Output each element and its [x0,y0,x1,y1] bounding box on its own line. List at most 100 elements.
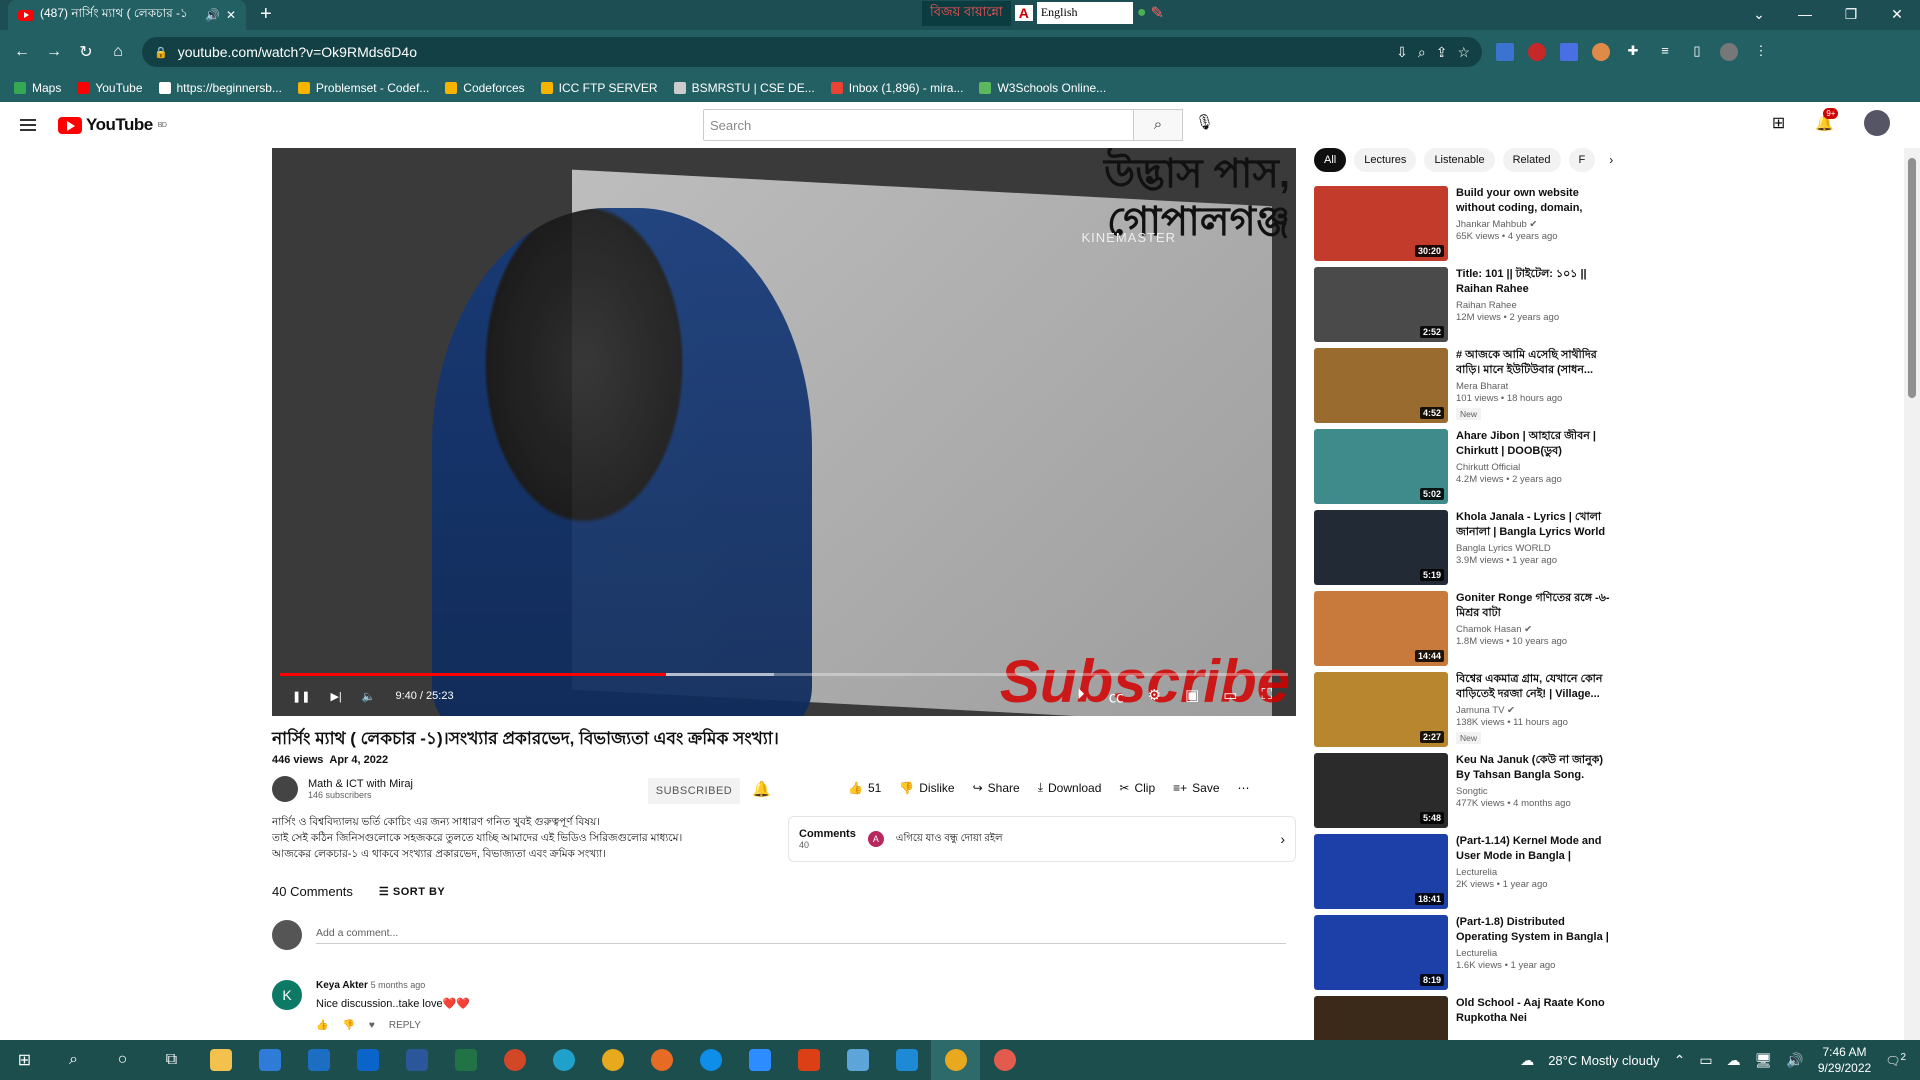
add-comment-input[interactable]: Add a comment... [316,927,1286,944]
recommendation-item[interactable]: 5:48 Keu Na Januk (কেউ না জানুক) By Tahsa… [1314,753,1614,834]
clip-button[interactable]: ✂ Clip [1119,781,1155,795]
captions-icon[interactable]: ㏄ [1109,686,1124,707]
scrollbar-thumb[interactable] [1908,158,1916,398]
file-explorer-icon[interactable] [196,1040,245,1080]
install-icon[interactable]: ⇩ [1396,44,1408,61]
recommendation-item[interactable]: 30:20 Build your own website without codi… [1314,186,1614,267]
comment-dislike-icon[interactable]: 👎 [342,1020,354,1031]
browser-tab[interactable]: (487) নার্সিং ম্যাথ ( লেকচার -১ 🔊 ✕ [8,0,246,30]
chip-lectures[interactable]: Lectures [1354,148,1417,172]
extension-adblock-icon[interactable] [1528,43,1546,61]
chrome-profile-icon[interactable] [980,1040,1029,1080]
recommendation-thumbnail[interactable]: 5:19 [1314,510,1448,585]
menu-hamburger-icon[interactable] [20,119,36,131]
chip-related[interactable]: Related [1502,148,1561,172]
search-button[interactable]: ⌕ [1133,109,1183,141]
office-icon[interactable] [784,1040,833,1080]
recommendation-thumbnail[interactable]: 2:52 [1314,267,1448,342]
subscribed-button[interactable]: SUBSCRIBED [648,778,740,804]
lock-icon[interactable]: 🔒 [154,46,168,59]
edge-icon[interactable] [539,1040,588,1080]
autoplay-toggle-icon[interactable]: ⏵ [1077,686,1085,707]
new-tab-button[interactable]: + [260,3,272,26]
excel-icon[interactable] [441,1040,490,1080]
miniplayer-icon[interactable]: ▣ [1185,686,1199,707]
mail-icon[interactable] [294,1040,343,1080]
recommendation-channel[interactable]: Jhankar Mahbub ✔ [1456,219,1614,230]
forward-button[interactable]: → [38,43,70,61]
recommendation-thumbnail[interactable]: 5:02 [1314,429,1448,504]
recommendation-channel[interactable]: Lecturelia [1456,948,1614,959]
bookmark-star-icon[interactable]: ☆ [1457,44,1470,61]
reload-button[interactable]: ↻ [70,42,102,62]
save-button[interactable]: ≡+ Save [1173,781,1219,795]
youtube-logo[interactable]: YouTube BD [58,115,167,135]
extension-translate-icon[interactable] [1496,43,1514,61]
reading-list-icon[interactable]: ≡ [1656,43,1674,61]
video-description[interactable]: নার্সিং ও বিশ্ববিদ্যালয় ভর্তি কোচিং এর … [272,814,752,862]
bookmark-item[interactable]: Codeforces [445,81,525,95]
recommendation-channel[interactable]: Bangla Lyrics WORLD [1456,543,1614,554]
settings-gear-icon[interactable]: ⚙ [1148,686,1161,707]
extension-face-icon[interactable] [1592,43,1610,61]
next-icon[interactable]: ▶| [330,690,341,703]
pause-icon[interactable]: ❚❚ [292,690,310,703]
recommendation-thumbnail[interactable]: 5:48 [1314,753,1448,828]
recommendation-item[interactable]: 18:41 (Part-1.14) Kernel Mode and User Mo… [1314,834,1614,915]
profile-avatar[interactable] [1720,43,1738,61]
chrome-active-icon[interactable] [931,1040,980,1080]
tab-search-icon[interactable]: ⌄ [1736,0,1782,30]
chip-listenable[interactable]: Listenable [1424,148,1495,172]
minimize-button[interactable]: — [1782,0,1828,30]
recommendation-channel[interactable]: Chirkutt Official [1456,462,1614,473]
recommendation-thumbnail[interactable]: 18:41 [1314,834,1448,909]
page-scrollbar[interactable] [1904,148,1920,1040]
channel-name[interactable]: Math & ICT with Miraj [308,778,413,790]
task-view-icon[interactable]: ⧉ [147,1040,196,1080]
bookmark-item[interactable]: Problemset - Codef... [297,81,429,95]
start-button[interactable]: ⊞ [0,1040,49,1080]
back-button[interactable]: ← [6,43,38,61]
download-button[interactable]: ⤓ Download [1038,780,1102,795]
recommendation-item[interactable]: 5:19 Khola Janala - Lyrics | খোলা জানালা … [1314,510,1614,591]
recommendation-thumbnail[interactable]: 30:20 [1314,186,1448,261]
bookmark-item[interactable]: Maps [14,81,61,95]
recommendation-item[interactable]: 8:19 (Part-1.8) Distributed Operating Sys… [1314,915,1614,996]
reply-button[interactable]: REPLY [389,1020,421,1031]
clock[interactable]: 7:46 AM 9/29/2022 [1818,1044,1871,1076]
recommendation-channel[interactable]: Mera Bharat [1456,381,1614,392]
sort-by-button[interactable]: ☰ SORT BY [379,885,445,898]
tray-chevron-icon[interactable]: ⌃ [1674,1052,1686,1069]
url-text[interactable]: youtube.com/watch?v=Ok9RMds6D4o [178,44,417,60]
voice-search-icon[interactable]: 🎙 [1195,113,1214,131]
powerpoint-icon[interactable] [490,1040,539,1080]
bookmark-item[interactable]: ICC FTP SERVER [540,81,658,95]
notification-center-icon[interactable]: 🗨2 [1885,1052,1906,1068]
comment-author[interactable]: Keya Akter [316,980,368,991]
dislike-button[interactable]: 👎 Dislike [899,781,954,795]
channel-bell-icon[interactable]: 🔔 [752,780,771,798]
ime-language-select[interactable]: English [1036,2,1133,24]
close-window-button[interactable]: ✕ [1874,0,1920,30]
weather-text[interactable]: 28°C Mostly cloudy [1548,1053,1659,1068]
recommendation-channel[interactable]: Lecturelia [1456,867,1614,878]
volume-icon[interactable]: 🔈 [362,690,376,703]
share-button[interactable]: ↪ Share [973,781,1020,795]
chip-f[interactable]: F [1568,148,1596,172]
store-icon[interactable] [245,1040,294,1080]
zoom-icon[interactable]: ⌕ [1418,44,1426,61]
recommendation-item[interactable]: 2:27 বিশ্বের একমাত্র গ্রাম, যেখানে কোন বা… [1314,672,1614,753]
network-icon[interactable]: 🖥 [1755,1052,1773,1069]
restore-button[interactable]: ❐ [1828,0,1874,30]
ime-globe-icon[interactable]: ● [1137,4,1147,22]
bookmark-item[interactable]: YouTube [77,81,143,95]
recommendation-thumbnail[interactable]: 8:19 [1314,915,1448,990]
cloud-icon[interactable]: ☁ [1727,1052,1741,1069]
comment-like-icon[interactable]: 👍 [316,1020,328,1031]
progress-bar[interactable] [280,673,1288,676]
account-avatar[interactable] [1864,110,1890,136]
comment-time[interactable]: 5 months ago [371,980,426,990]
bookmark-item[interactable]: W3Schools Online... [979,81,1106,95]
comment-avatar[interactable]: K [272,980,302,1010]
recommendation-channel[interactable]: Raihan Rahee [1456,300,1614,311]
